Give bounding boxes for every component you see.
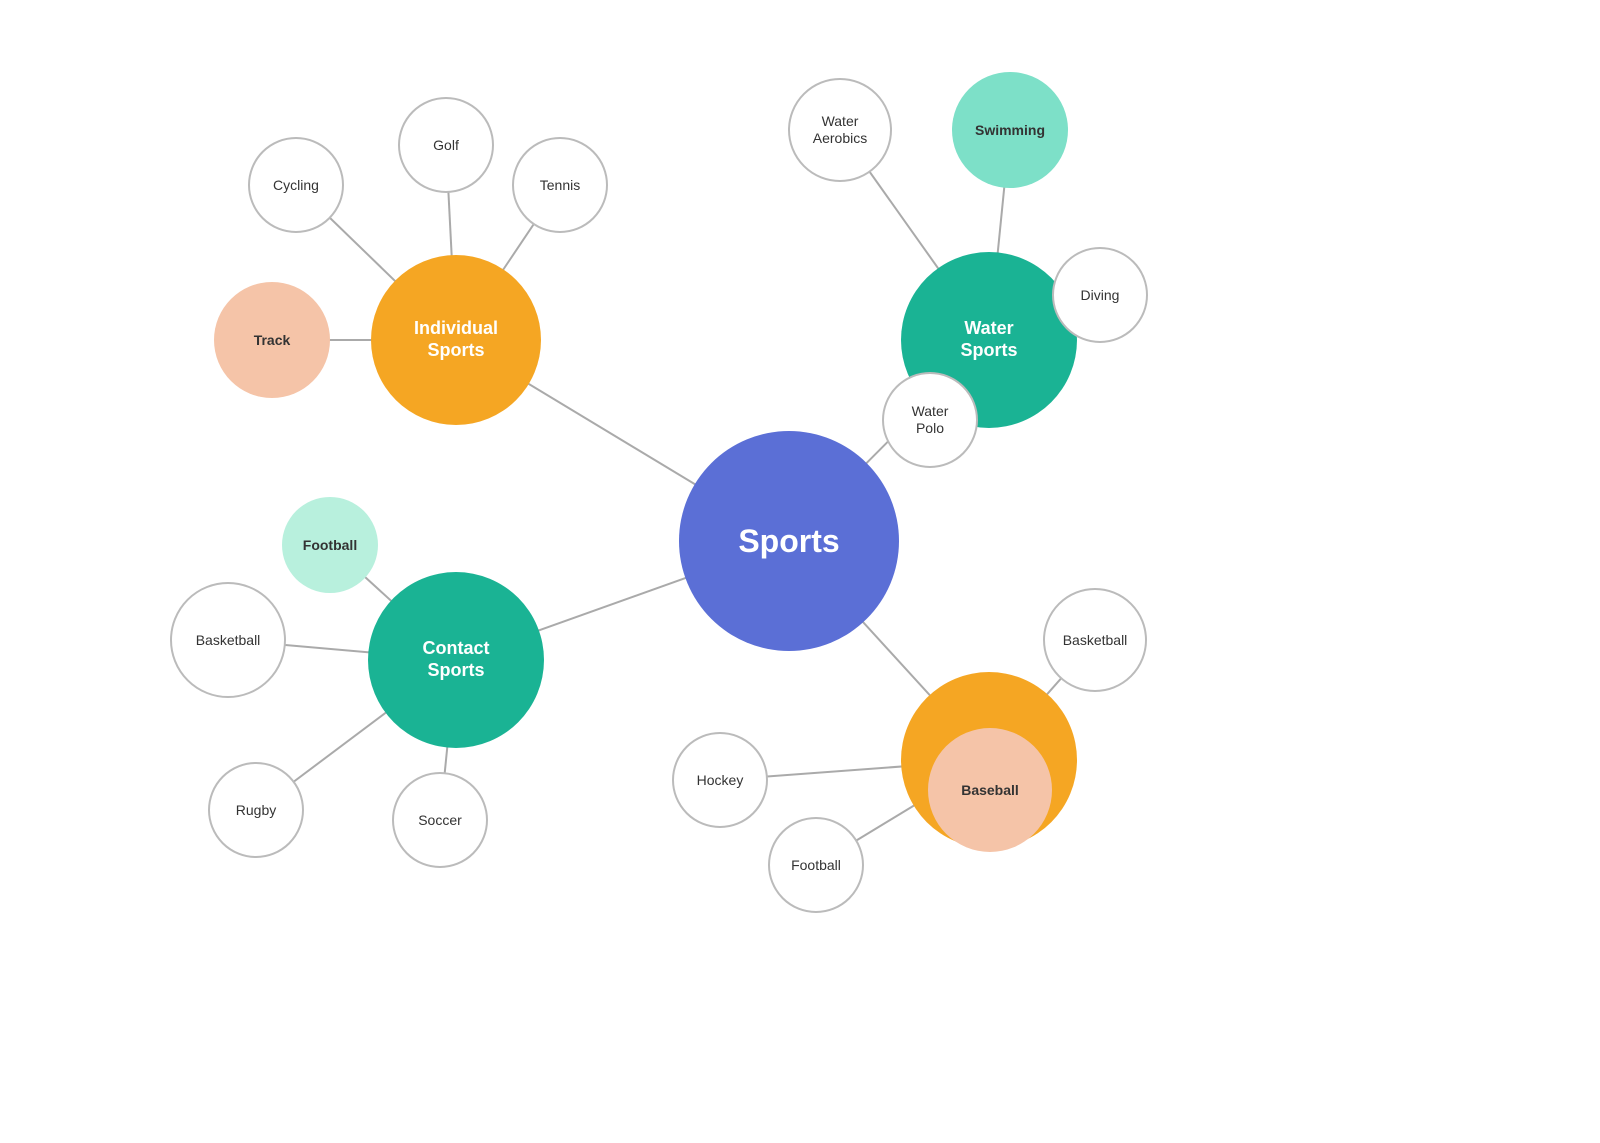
node-track[interactable]: Track xyxy=(214,282,330,398)
node-hockey[interactable]: Hockey xyxy=(672,732,768,828)
mind-map-canvas: Sports Individual Sports GolfTennis Cycling… xyxy=(0,0,1600,1143)
node-diving[interactable]: Diving xyxy=(1052,247,1148,343)
node-soccer[interactable]: Soccer xyxy=(392,772,488,868)
node-swimming[interactable]: Swimming xyxy=(952,72,1068,188)
node-sports[interactable]: Sports xyxy=(679,431,899,651)
node-water-polo[interactable]: Water Polo xyxy=(882,372,978,468)
node-basketball-l[interactable]: Basketball xyxy=(170,582,286,698)
node-cycling[interactable]: Cycling xyxy=(248,137,344,233)
node-tennis[interactable]: Tennis xyxy=(512,137,608,233)
node-water-aerobics[interactable]: Water Aerobics xyxy=(788,78,892,182)
node-golf[interactable]: Golf xyxy=(398,97,494,193)
node-rugby[interactable]: Rugby xyxy=(208,762,304,858)
node-basketball-r[interactable]: Basketball xyxy=(1043,588,1147,692)
node-baseball[interactable]: Baseball xyxy=(928,728,1052,852)
node-football-l[interactable]: Football xyxy=(282,497,378,593)
node-individual[interactable]: Individual Sports xyxy=(371,255,541,425)
node-contact[interactable]: Contact Sports xyxy=(368,572,544,748)
node-football-r[interactable]: Football xyxy=(768,817,864,913)
